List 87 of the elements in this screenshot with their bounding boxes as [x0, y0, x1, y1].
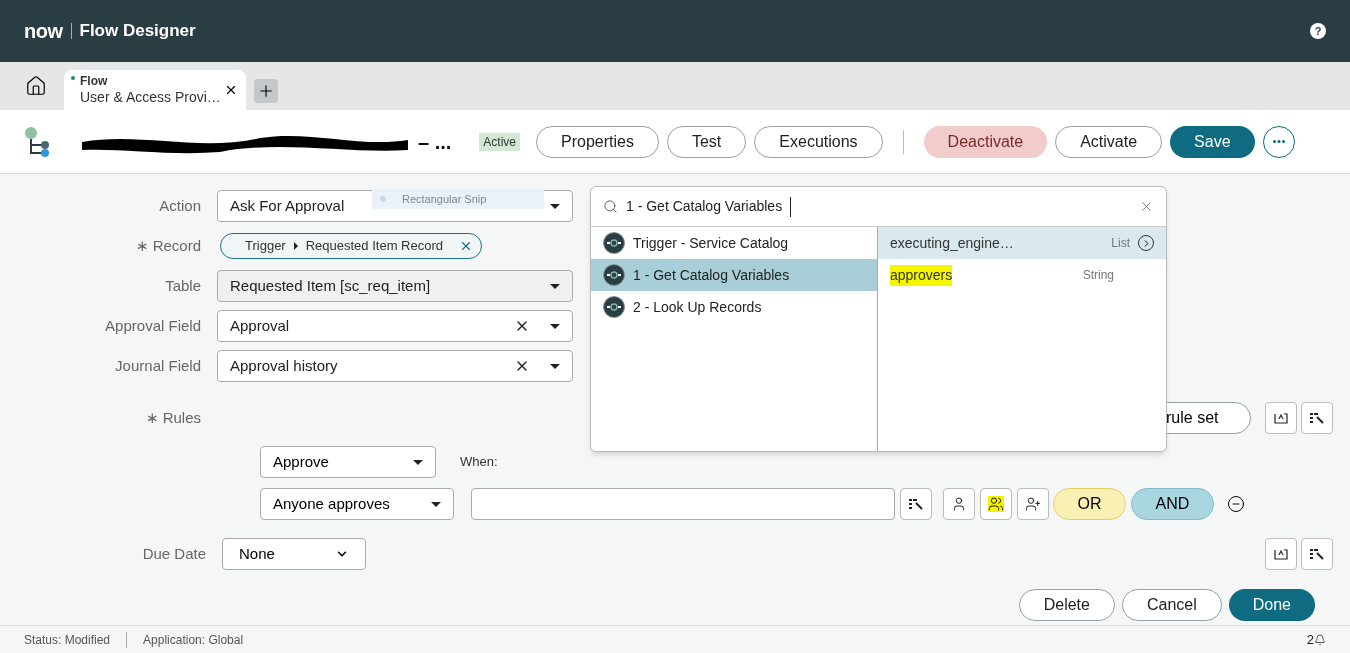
- and-button[interactable]: AND: [1131, 488, 1214, 520]
- flow-icon: [24, 125, 52, 158]
- flow-title: – ...: [418, 129, 452, 155]
- close-icon[interactable]: [224, 83, 238, 97]
- pill-picker-icon[interactable]: [900, 488, 932, 520]
- field-label: Table: [165, 275, 201, 296]
- field-label: Journal Field: [115, 355, 201, 376]
- select-value: Requested Item [sc_req_item]: [230, 275, 431, 296]
- user-icon[interactable]: [943, 488, 975, 520]
- step-label: 2 - Look Up Records: [633, 297, 762, 317]
- script-toggle-icon[interactable]: [1265, 402, 1297, 434]
- more-icon: [1272, 140, 1285, 143]
- field-label: Action: [159, 195, 201, 216]
- variable-name: approvers: [890, 264, 953, 286]
- step-icon: [603, 232, 625, 254]
- pill-source: Trigger: [245, 237, 286, 256]
- caret-icon: [431, 501, 441, 507]
- group-icon[interactable]: [980, 488, 1012, 520]
- tab-type: Flow: [80, 73, 109, 89]
- help-button[interactable]: ?: [1310, 23, 1326, 39]
- record-pill[interactable]: Trigger Requested Item Record: [220, 233, 482, 259]
- select-field[interactable]: Approve: [260, 446, 436, 478]
- toolbar-button[interactable]: Deactivate: [923, 125, 1048, 158]
- flow-tab[interactable]: Flow User & Access Provi…: [64, 70, 246, 110]
- add-user-icon[interactable]: [1017, 488, 1049, 520]
- required-mark: ∗: [135, 235, 149, 256]
- remove-icon[interactable]: [1227, 495, 1245, 513]
- step-item[interactable]: 1 - Get Catalog Variables: [591, 259, 877, 291]
- variable-type: String: [1082, 267, 1114, 284]
- step-label: 1 - Get Catalog Variables: [633, 265, 790, 285]
- pill-value: Requested Item Record: [305, 237, 443, 256]
- search-value: 1 - Get Catalog Variables: [626, 197, 783, 216]
- plus-icon: [257, 82, 275, 100]
- new-tab-button[interactable]: [254, 79, 278, 103]
- logo: now: [24, 19, 63, 44]
- bell-icon[interactable]: [1314, 633, 1326, 646]
- separator-icon: [293, 242, 298, 250]
- status-badge: Active: [479, 132, 521, 151]
- select-value: Approval: [230, 315, 290, 336]
- done-button[interactable]: Done: [1228, 589, 1315, 621]
- field-label: Record: [152, 235, 201, 256]
- field-label: Due Date: [142, 543, 206, 564]
- select-value: None: [239, 543, 275, 564]
- step-label: Trigger - Service Catalog: [633, 233, 789, 253]
- footer-button[interactable]: Delete: [1018, 589, 1115, 621]
- variable-name: executing_engine…: [890, 233, 1014, 253]
- select-value: Ask For Approval: [230, 195, 345, 216]
- variable-type: List: [1111, 235, 1130, 252]
- select-field[interactable]: Approval: [217, 310, 573, 342]
- select-field[interactable]: Requested Item [sc_req_item]: [217, 270, 573, 302]
- app-title: Flow Designer: [79, 20, 196, 43]
- script-toggle-icon[interactable]: [1265, 538, 1297, 570]
- save-button[interactable]: Save: [1170, 125, 1255, 158]
- application-text: Application: Global: [143, 631, 244, 649]
- select-value: Approval history: [230, 355, 338, 376]
- caret-icon: [550, 203, 560, 209]
- caret-icon: [413, 459, 423, 465]
- select-field[interactable]: Anyone approves: [260, 488, 454, 520]
- field-label: Approval Field: [105, 315, 201, 336]
- variable-item[interactable]: executing_engine… List: [878, 227, 1166, 259]
- due-date-select[interactable]: None: [222, 538, 366, 570]
- search-icon: [603, 199, 618, 214]
- when-label: When:: [460, 453, 498, 472]
- notification-count: 2: [1306, 630, 1314, 649]
- or-button[interactable]: OR: [1053, 488, 1126, 520]
- field-label: Rules: [162, 407, 201, 428]
- pill-picker-icon[interactable]: [1301, 538, 1333, 570]
- toolbar-button[interactable]: Test: [666, 125, 747, 158]
- snip-label: Rectangular Snip: [402, 191, 487, 207]
- step-icon: [603, 296, 625, 318]
- pill-picker-icon[interactable]: [1301, 402, 1333, 434]
- select-value: Approve: [273, 451, 329, 472]
- caret-icon: [550, 283, 560, 289]
- caret-icon: [550, 323, 560, 329]
- status-text: Status: Modified: [24, 631, 111, 649]
- step-icon: [603, 264, 625, 286]
- select-field[interactable]: Approval history: [217, 350, 573, 382]
- tab-title: User & Access Provi…: [80, 88, 222, 107]
- approvers-input[interactable]: [471, 488, 895, 520]
- toolbar-button[interactable]: Activate: [1055, 125, 1163, 158]
- caret-icon: [550, 363, 560, 369]
- select-value: Anyone approves: [273, 493, 390, 514]
- text-cursor: [790, 196, 792, 217]
- required-mark: ∗: [145, 407, 159, 428]
- footer-button[interactable]: Cancel: [1121, 589, 1222, 621]
- toolbar-button[interactable]: Executions: [754, 125, 883, 158]
- toolbar-button[interactable]: Properties: [536, 125, 659, 158]
